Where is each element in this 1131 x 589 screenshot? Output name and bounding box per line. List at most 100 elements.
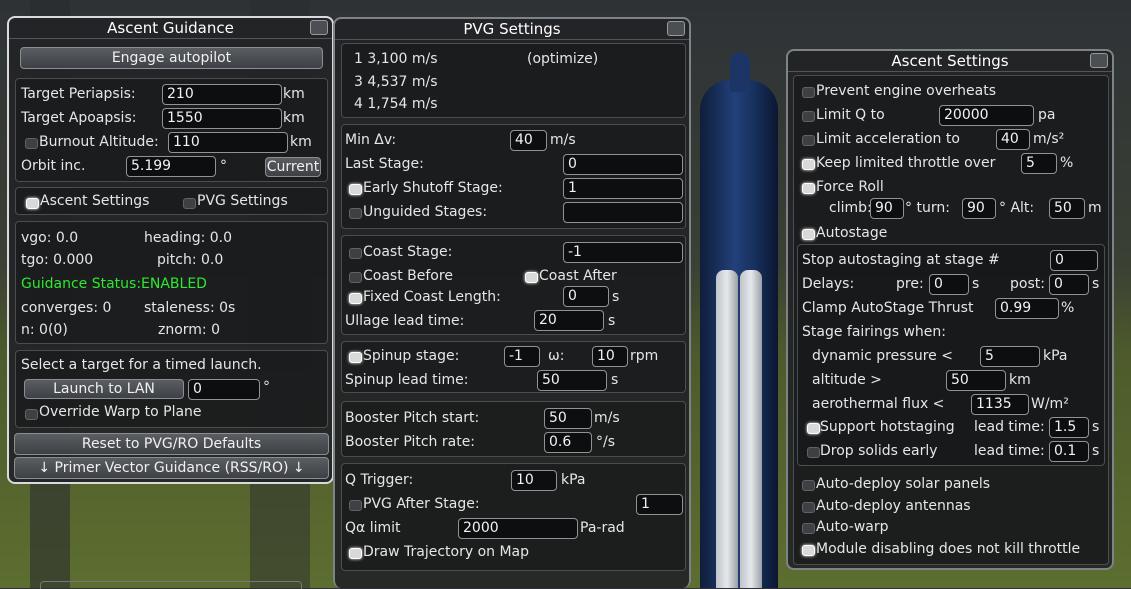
minimize-button[interactable] xyxy=(667,21,685,36)
q-alpha-input[interactable]: 2000 xyxy=(458,518,578,539)
fixed-coast-checkbox[interactable] xyxy=(349,293,362,304)
keep-throttle-checkbox[interactable] xyxy=(802,159,815,170)
fixed-coast-label: Fixed Coast Length: xyxy=(363,289,501,305)
prevent-overheats-checkbox[interactable] xyxy=(802,87,815,98)
engage-autopilot-button[interactable]: Engage autopilot xyxy=(20,47,323,69)
post-delay-input[interactable]: 0 xyxy=(1049,274,1089,295)
spinup-stage-input[interactable]: -1 xyxy=(504,346,540,367)
burnout-altitude-unit: km xyxy=(290,134,312,150)
ullage-input[interactable]: 20 xyxy=(534,310,604,331)
spinup-lead-input[interactable]: 50 xyxy=(537,370,607,391)
autostage-checkbox[interactable] xyxy=(802,229,815,240)
limit-accel-checkbox[interactable] xyxy=(802,135,815,146)
drop-solids-checkbox[interactable] xyxy=(807,447,820,458)
coast-before-radio[interactable] xyxy=(349,272,362,283)
module-disabling-checkbox[interactable] xyxy=(802,545,815,556)
coast-after-radio[interactable] xyxy=(525,272,538,283)
pvg-after-stage-input[interactable]: 1 xyxy=(636,494,683,515)
booster-pitch-start-input[interactable]: 50 xyxy=(544,408,592,429)
pre-delay-input[interactable]: 0 xyxy=(929,274,969,295)
omega-input[interactable]: 10 xyxy=(592,346,628,367)
spinup-panel: Spinup stage: -1 ω: 10 rpm Spinup lead t… xyxy=(341,341,686,393)
guidance-mode-selector[interactable]: ↓ Primer Vector Guidance (RSS/RO) ↓ xyxy=(14,457,329,479)
fixed-coast-input[interactable]: 0 xyxy=(563,286,609,307)
climb-input[interactable]: 90 xyxy=(870,198,904,219)
ascent-guidance-window[interactable]: Ascent Guidance Engage autopilot Target … xyxy=(7,16,334,484)
launch-to-lan-input[interactable]: 0 xyxy=(188,379,260,400)
burnout-altitude-checkbox[interactable] xyxy=(25,138,38,149)
alt-input[interactable]: 50 xyxy=(1049,198,1085,219)
auto-warp-checkbox[interactable] xyxy=(802,523,815,534)
force-roll-checkbox[interactable] xyxy=(802,183,815,194)
pvg-after-stage-checkbox[interactable] xyxy=(349,500,362,511)
coast-after-label: Coast After xyxy=(539,268,617,284)
target-periapsis-input[interactable]: 210 xyxy=(162,84,282,105)
hotstaging-lead-label: lead time: xyxy=(974,419,1045,435)
guidance-status-panel: vgo: 0.0 heading: 0.0 tgo: 0.000 pitch: … xyxy=(15,221,328,344)
spinup-stage-checkbox[interactable] xyxy=(349,352,362,363)
hotstaging-checkbox[interactable] xyxy=(807,423,820,434)
clamp-thrust-unit: % xyxy=(1061,300,1075,316)
current-inclination-button[interactable]: Current xyxy=(265,157,321,177)
booster-pitch-start-unit: m/s xyxy=(594,410,620,426)
hotstaging-lead-input[interactable]: 1.5 xyxy=(1049,417,1089,438)
override-warp-checkbox[interactable] xyxy=(25,409,38,420)
stage-fairings-label: Stage fairings when: xyxy=(802,324,946,340)
staleness-readout: staleness: 0s xyxy=(144,300,236,316)
omega-unit: rpm xyxy=(630,348,659,364)
stop-autostaging-input[interactable]: 0 xyxy=(1050,250,1098,271)
q-alpha-unit: Pa-rad xyxy=(580,520,625,536)
altitude-input[interactable]: 50 xyxy=(946,370,1006,391)
pvg-settings-window[interactable]: PVG Settings 1 3,100 m/s (optimize) 3 4,… xyxy=(333,17,691,588)
ascent-settings-window[interactable]: Ascent Settings Prevent engine overheats… xyxy=(786,49,1114,570)
q-trigger-label: Q Trigger: xyxy=(345,472,414,488)
target-apoapsis-input[interactable]: 1550 xyxy=(162,108,282,129)
tgo-readout: tgo: 0.000 xyxy=(21,252,94,268)
pvg-settings-toggle[interactable] xyxy=(183,198,196,209)
turn-input[interactable]: 90 xyxy=(962,198,996,219)
dyn-pressure-input[interactable]: 5 xyxy=(980,346,1040,367)
reset-defaults-button[interactable]: Reset to PVG/RO Defaults xyxy=(14,433,329,455)
target-periapsis-label: Target Periapsis: xyxy=(21,86,136,102)
altitude-unit: km xyxy=(1009,372,1031,388)
aero-flux-input[interactable]: 1135 xyxy=(971,394,1029,415)
minimize-button[interactable] xyxy=(310,20,328,35)
booster-right-image xyxy=(740,270,762,588)
burnout-altitude-input[interactable]: 110 xyxy=(168,132,288,153)
unguided-stages-input[interactable] xyxy=(563,202,683,223)
limit-accel-input[interactable]: 40 xyxy=(996,129,1030,150)
early-shutoff-input[interactable]: 1 xyxy=(563,178,683,199)
last-stage-input[interactable]: 0 xyxy=(563,154,683,175)
drop-solids-lead-input[interactable]: 0.1 xyxy=(1049,441,1089,462)
early-shutoff-checkbox[interactable] xyxy=(349,184,362,195)
q-alpha-label: Qα limit xyxy=(345,520,401,536)
aero-flux-label: aerothermal flux < xyxy=(812,396,945,412)
coast-stage-input[interactable]: -1 xyxy=(563,242,683,263)
limit-q-input[interactable]: 20000 xyxy=(939,105,1034,126)
unguided-stages-checkbox[interactable] xyxy=(349,208,362,219)
pvg-settings-toggle-label[interactable]: PVG Settings xyxy=(197,193,288,209)
limit-q-checkbox[interactable] xyxy=(802,111,815,122)
coast-stage-checkbox[interactable] xyxy=(349,248,362,259)
auto-deploy-solar-checkbox[interactable] xyxy=(802,480,815,491)
auto-deploy-antennas-checkbox[interactable] xyxy=(802,502,815,513)
ascent-guidance-titlebar[interactable]: Ascent Guidance xyxy=(9,18,332,39)
target-periapsis-unit: km xyxy=(283,86,305,102)
ascent-settings-toggle[interactable] xyxy=(26,198,39,209)
orbit-inc-input[interactable]: 5.199 xyxy=(126,156,216,177)
q-trigger-input[interactable]: 10 xyxy=(511,470,557,491)
minimize-button[interactable] xyxy=(1090,53,1108,68)
keep-throttle-input[interactable]: 5 xyxy=(1021,153,1057,174)
alt-label: ° Alt: xyxy=(999,200,1035,216)
override-warp-label: Override Warp to Plane xyxy=(39,404,202,420)
launch-to-lan-button[interactable]: Launch to LAN xyxy=(24,379,184,399)
autostage-label: Autostage xyxy=(816,225,888,241)
pvg-settings-titlebar[interactable]: PVG Settings xyxy=(335,19,689,40)
draw-trajectory-checkbox[interactable] xyxy=(349,548,362,559)
ascent-settings-toggle-label[interactable]: Ascent Settings xyxy=(40,193,149,209)
altitude-label: altitude > xyxy=(812,372,882,388)
min-dv-input[interactable]: 40 xyxy=(510,130,547,151)
clamp-thrust-input[interactable]: 0.99 xyxy=(995,298,1059,319)
ascent-settings-titlebar[interactable]: Ascent Settings xyxy=(788,51,1112,72)
booster-pitch-rate-input[interactable]: 0.6 xyxy=(544,432,592,453)
